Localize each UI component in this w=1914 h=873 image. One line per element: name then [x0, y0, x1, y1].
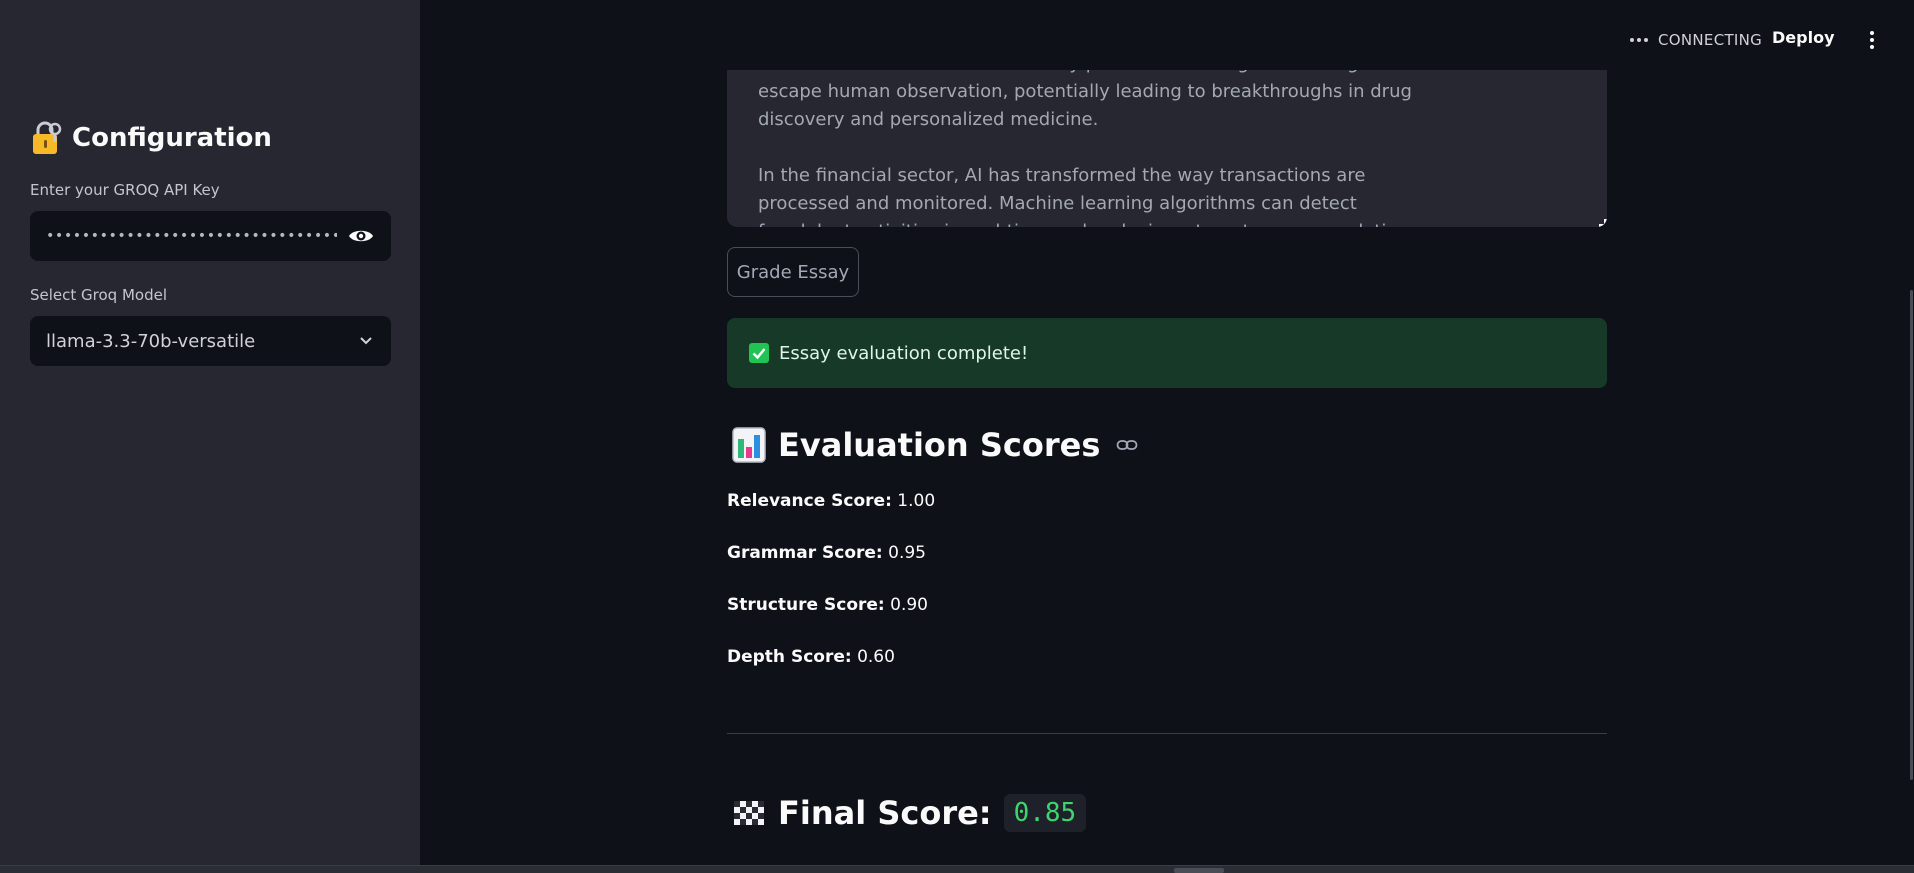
- score-value: 0.90: [890, 595, 928, 615]
- lock-key-icon: [33, 121, 62, 154]
- score-label: Structure Score:: [727, 595, 885, 615]
- status-dots-icon: [1630, 38, 1648, 42]
- relevance-score: Relevance Score: 1.00: [727, 491, 935, 511]
- link-icon[interactable]: [1116, 438, 1138, 452]
- essay-textarea[interactable]: amounts of medical data to identify patt…: [727, 70, 1607, 227]
- app-root: Configuration Enter your GROQ API Key ••…: [0, 0, 1914, 873]
- kebab-menu-icon[interactable]: [1868, 30, 1876, 50]
- page-scrollbar[interactable]: [1910, 290, 1913, 780]
- grammar-score: Grammar Score: 0.95: [727, 543, 926, 563]
- bottom-scroll-handle[interactable]: [1174, 868, 1224, 873]
- section-divider: [727, 733, 1607, 734]
- api-key-field[interactable]: ••••••••••••••••••••••••••••••••••••••••…: [30, 211, 391, 261]
- success-message: Essay evaluation complete!: [779, 342, 1029, 364]
- score-value: 1.00: [897, 491, 936, 511]
- deploy-button[interactable]: Deploy: [1772, 28, 1835, 52]
- score-label: Depth Score:: [727, 647, 852, 667]
- bar-chart-icon: [732, 427, 766, 463]
- essay-paragraph: amounts of medical data to identify patt…: [758, 70, 1412, 130]
- score-value: 0.60: [857, 647, 895, 667]
- checkered-flag-icon: [734, 801, 764, 825]
- essay-text[interactable]: amounts of medical data to identify patt…: [758, 70, 1421, 227]
- model-select[interactable]: llama-3.3-70b-versatile: [30, 316, 391, 366]
- check-box-icon: [749, 343, 769, 363]
- final-score-value: 0.85: [1003, 794, 1087, 832]
- score-value: 0.95: [888, 543, 926, 563]
- textarea-resize-handle[interactable]: [1599, 219, 1607, 227]
- connection-status-text: CONNECTING: [1658, 31, 1763, 49]
- bottom-bar: [0, 865, 1914, 873]
- api-key-label: Enter your GROQ API Key: [30, 181, 220, 199]
- final-score-label: Final Score:: [778, 794, 992, 832]
- chevron-down-icon[interactable]: [359, 336, 373, 346]
- api-key-masked-value[interactable]: ••••••••••••••••••••••••••••••••••••••••…: [46, 228, 337, 244]
- evaluation-heading-text: Evaluation Scores: [778, 426, 1101, 464]
- final-score-heading: Final Score: 0.85: [732, 790, 1087, 836]
- success-alert: Essay evaluation complete!: [727, 318, 1607, 388]
- sidebar: Configuration Enter your GROQ API Key ••…: [0, 0, 420, 865]
- connection-status: CONNECTING: [1630, 30, 1762, 50]
- evaluation-heading: Evaluation Scores: [732, 424, 1138, 466]
- sidebar-title: Configuration: [30, 118, 272, 158]
- depth-score: Depth Score: 0.60: [727, 647, 895, 667]
- score-label: Relevance Score:: [727, 491, 892, 511]
- essay-paragraph: In the financial sector, AI has transfor…: [758, 165, 1418, 227]
- model-select-value[interactable]: llama-3.3-70b-versatile: [46, 331, 255, 352]
- score-label: Grammar Score:: [727, 543, 883, 563]
- model-label: Select Groq Model: [30, 286, 168, 304]
- grade-essay-button[interactable]: Grade Essay: [727, 247, 859, 297]
- structure-score: Structure Score: 0.90: [727, 595, 928, 615]
- eye-icon[interactable]: [347, 226, 375, 246]
- sidebar-title-text: Configuration: [72, 123, 272, 153]
